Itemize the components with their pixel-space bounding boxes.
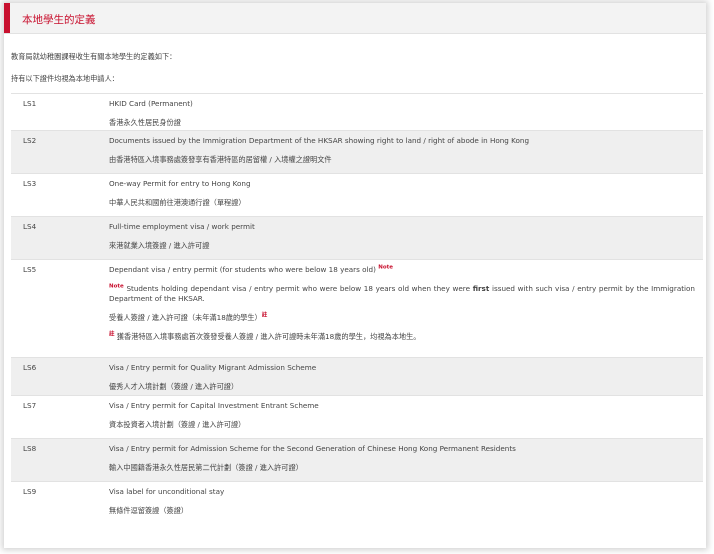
intro-text: 教育局就幼稚園課程收生有關本地學生的定義如下： — [11, 52, 177, 61]
row-code: LS7 — [11, 395, 101, 439]
table-row: LS2 Documents issued by the Immigration … — [11, 130, 703, 174]
row-code: LS3 — [11, 173, 101, 217]
table-row: LS6 Visa / Entry permit for Quality Migr… — [11, 357, 703, 396]
row-chinese: 輸入中國籍香港永久性居民第二代計劃（簽證 / 進入許可證） — [109, 463, 303, 472]
row-chinese: 無條件逗留簽證（簽證） — [109, 506, 189, 515]
row-chinese: 香港永久性居民身份證 — [109, 118, 181, 127]
table-row: LS7 Visa / Entry permit for Capital Inve… — [11, 395, 703, 439]
header-accent-bar — [4, 3, 10, 33]
row-details: Documents issued by the Immigration Depa… — [101, 130, 703, 174]
local-student-table: LS1 HKID Card (Permanent) 香港永久性居民身份證 LS2… — [11, 93, 703, 530]
row-english: Dependant visa / entry permit (for stude… — [109, 265, 695, 275]
definition-panel: 本地學生的定義 教育局就幼稚園課程收生有關本地學生的定義如下： 持有以下證件均視… — [4, 3, 706, 548]
row-english: Visa / Entry permit for Quality Migrant … — [109, 363, 317, 372]
row-english: Documents issued by the Immigration Depa… — [109, 136, 530, 145]
table-row: LS1 HKID Card (Permanent) 香港永久性居民身份證 — [11, 93, 703, 131]
row-chinese: 由香港特區入境事務處簽發享有香港特區的居留權 / 入境權之證明文件 — [109, 155, 332, 164]
table-row: LS8 Visa / Entry permit for Admission Sc… — [11, 438, 703, 482]
row-details: Visa / Entry permit for Quality Migrant … — [101, 357, 703, 396]
section-title: 本地學生的定義 — [22, 14, 96, 26]
row-chinese: 來港就業入境簽證 / 進入許可證 — [109, 241, 210, 250]
row-english: Visa label for unconditional stay — [109, 487, 225, 496]
note-text: Note Students holding dependant visa / e… — [109, 284, 695, 304]
row-chinese-text: 受養人簽證 / 進入許可證（未年滿18歲的學生） — [109, 313, 262, 322]
row-details: Dependant visa / entry permit (for stude… — [101, 259, 703, 358]
row-code: LS9 — [11, 481, 101, 530]
row-english: Full-time employment visa / work permit — [109, 222, 255, 231]
table-row: LS3 One-way Permit for entry to Hong Kon… — [11, 173, 703, 217]
row-chinese: 中華人民共和國前往港澳通行證（單程證） — [109, 198, 246, 207]
row-english-text: Dependant visa / entry permit (for stude… — [109, 265, 376, 274]
row-code: LS6 — [11, 357, 101, 396]
row-code: LS8 — [11, 438, 101, 482]
row-details: Visa / Entry permit for Admission Scheme… — [101, 438, 703, 482]
row-code: LS4 — [11, 216, 101, 260]
row-code: LS1 — [11, 93, 101, 131]
row-details: One-way Permit for entry to Hong Kong 中華… — [101, 173, 703, 217]
row-details: HKID Card (Permanent) 香港永久性居民身份證 — [101, 93, 703, 131]
row-english: Visa / Entry permit for Admission Scheme… — [109, 444, 516, 453]
note-text-bold: first — [472, 284, 490, 293]
row-details: Visa / Entry permit for Capital Investme… — [101, 395, 703, 439]
table-row: LS5 Dependant visa / entry permit (for s… — [11, 259, 703, 358]
note-marker: Note — [109, 283, 124, 290]
row-english: Visa / Entry permit for Capital Investme… — [109, 401, 319, 410]
row-chinese: 優秀人才入境計劃（簽證 / 進入許可證） — [109, 382, 239, 391]
row-english: HKID Card (Permanent) — [109, 99, 193, 108]
row-details: Visa label for unconditional stay 無條件逗留簽… — [101, 481, 703, 530]
row-chinese: 資本投資者入境計劃（簽證 / 進入許可證） — [109, 420, 246, 429]
table-row: LS9 Visa label for unconditional stay 無條… — [11, 481, 703, 530]
row-chinese: 受養人簽證 / 進入許可證（未年滿18歲的學生）註 — [109, 313, 695, 323]
row-code: LS5 — [11, 259, 101, 358]
intro-text-holders: 持有以下證件均視為本地申請人： — [11, 74, 119, 83]
zh-note-marker: 註 — [109, 331, 115, 338]
note-text-before: Students holding dependant visa / entry … — [126, 284, 473, 293]
note-marker: Note — [378, 264, 393, 271]
row-english: One-way Permit for entry to Hong Kong — [109, 179, 251, 188]
row-code: LS2 — [11, 130, 101, 174]
zh-note-marker: 註 — [261, 312, 268, 319]
section-header: 本地學生的定義 — [4, 3, 706, 34]
row-details: Full-time employment visa / work permit … — [101, 216, 703, 260]
zh-note-text: 註 獲香港特區入境事務處首次簽發受養人簽證 / 進入許可證時未年滿18歲的學生，… — [109, 332, 695, 342]
table-row: LS4 Full-time employment visa / work per… — [11, 216, 703, 260]
zh-note-body: 獲香港特區入境事務處首次簽發受養人簽證 / 進入許可證時未年滿18歲的學生，均視… — [116, 332, 421, 341]
